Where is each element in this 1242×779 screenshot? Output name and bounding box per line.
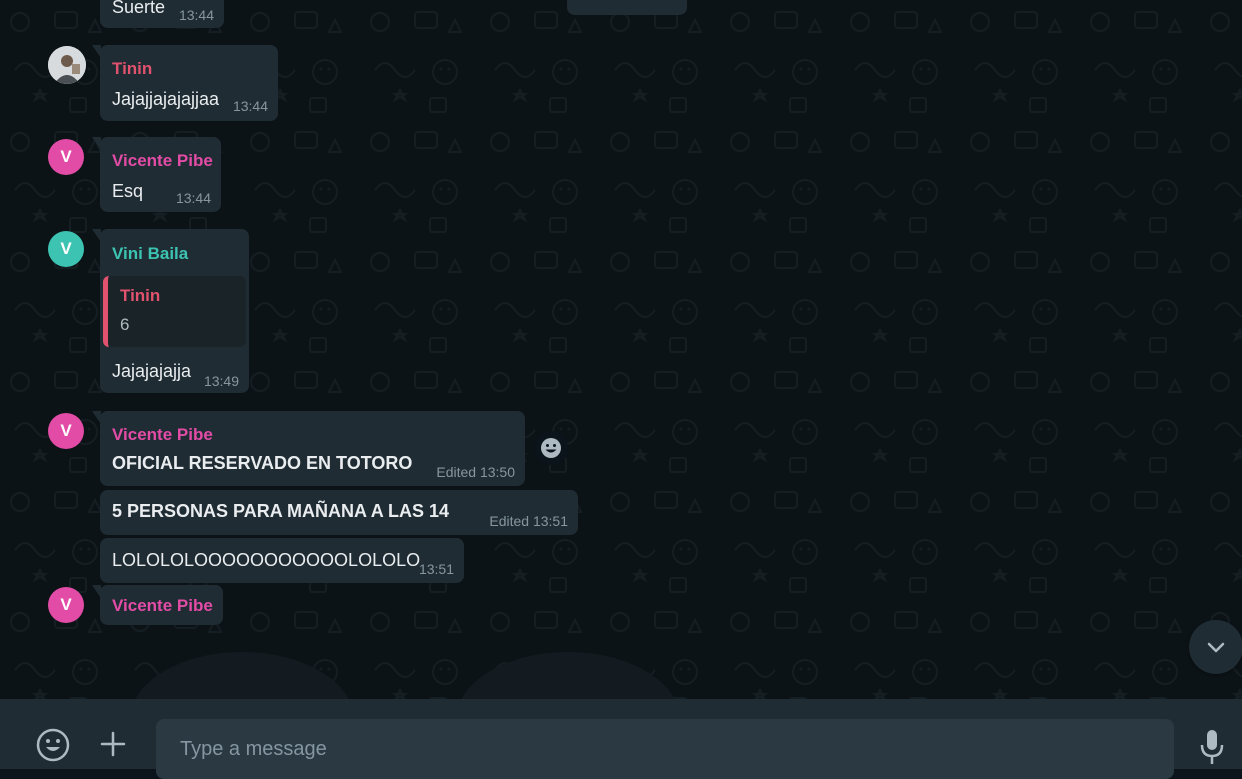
message-text: Esq — [112, 181, 144, 201]
message-text: LOLOLOLOOOOOOOOOOOLOLOLO — [112, 550, 421, 570]
sender-name[interactable]: Vini Baila — [112, 244, 188, 264]
message-text: OFICIAL RESERVADO EN TOTORO — [112, 453, 413, 473]
message-text: 5 PERSONAS PARA MAÑANA A LAS 14 — [112, 501, 450, 521]
chat-area: Suerte 13:44 Tinin Jajajjajajajjaa 13:44… — [0, 0, 1242, 699]
message-bubble[interactable]: Vicente Pibe OFICIAL RESERVADO EN TOTORO… — [92, 411, 525, 486]
edited-label: Edited — [489, 513, 530, 529]
message-text: Jajajajajja — [112, 361, 192, 381]
smiley-icon — [36, 728, 70, 762]
avatar-photo — [48, 46, 86, 84]
quoted-text: 6 — [120, 315, 130, 334]
message-text: Jajajjajajajjaa — [112, 89, 220, 109]
message-text: Suerte — [112, 0, 166, 17]
microphone-icon — [1200, 730, 1224, 764]
message-bubble[interactable]: Suerte 13:44 — [100, 0, 224, 28]
sender-name[interactable]: Tinin — [112, 59, 152, 79]
avatar[interactable] — [48, 46, 86, 84]
message-bubble[interactable]: Vicente Pibe Esq 13:44 — [92, 137, 221, 212]
edited-label: Edited — [436, 464, 477, 480]
emoji-button[interactable] — [34, 726, 72, 764]
avatar[interactable]: V — [48, 413, 84, 449]
quoted-message[interactable]: Tinin 6 — [103, 276, 246, 347]
message-input[interactable] — [178, 733, 1142, 765]
bubble-tail — [92, 137, 101, 150]
sender-name[interactable]: Vicente Pibe — [112, 151, 213, 171]
message-bubble[interactable]: Vicente Pibe — [92, 585, 223, 625]
sender-name[interactable]: Vicente Pibe — [112, 596, 213, 616]
quoted-sender: Tinin — [120, 286, 161, 305]
attach-button[interactable] — [96, 727, 130, 761]
composer-bar — [0, 699, 1242, 779]
message-time: 13:51 — [532, 513, 568, 529]
plus-icon — [100, 731, 126, 757]
bubble-tail — [92, 229, 101, 242]
voice-message-button[interactable] — [1196, 727, 1228, 767]
message-time: 13:50 — [479, 464, 515, 480]
bubble-tail — [92, 585, 101, 598]
message-time: 13:44 — [175, 190, 211, 206]
message-time: 13:51 — [418, 561, 454, 577]
message-bubble[interactable]: Vini Baila Tinin 6 Jajajajajja 13:49 — [92, 229, 249, 393]
bubble-tail — [92, 411, 101, 424]
smiley-icon — [541, 438, 561, 458]
message-time: 13:44 — [232, 98, 268, 114]
message-time: 13:49 — [203, 373, 239, 389]
message-bubble[interactable]: 5 PERSONAS PARA MAÑANA A LAS 14 Edited 1… — [100, 490, 578, 535]
avatar[interactable]: V — [48, 587, 84, 623]
message-meta: Edited 13:51 — [489, 513, 568, 529]
chevron-down-icon — [1207, 642, 1225, 653]
message-meta: Edited 13:50 — [436, 464, 515, 480]
avatar[interactable]: V — [48, 231, 84, 267]
avatar[interactable]: V — [48, 139, 84, 175]
scroll-down-button[interactable] — [1189, 620, 1242, 674]
message-bubble[interactable]: LOLOLOLOOOOOOOOOOOLOLOLO 13:51 — [100, 538, 464, 583]
message-time: 13:44 — [178, 7, 214, 23]
bubble-tail — [92, 45, 101, 58]
message-input-box[interactable] — [156, 719, 1174, 779]
reaction-button[interactable] — [534, 431, 568, 465]
sender-name[interactable]: Vicente Pibe — [112, 425, 213, 445]
message-bubble[interactable] — [567, 0, 687, 15]
message-bubble[interactable]: Tinin Jajajjajajajjaa 13:44 — [92, 45, 278, 121]
